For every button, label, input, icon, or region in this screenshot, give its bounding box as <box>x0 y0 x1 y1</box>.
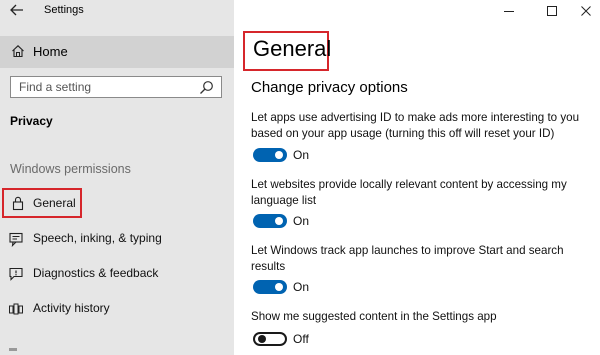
suggested-content-toggle[interactable] <box>253 332 287 346</box>
sidebar-item-label: Speech, inking, & typing <box>33 231 162 245</box>
toggle-knob <box>275 283 283 291</box>
option-description: Let Windows track app launches to improv… <box>251 244 564 273</box>
speech-icon <box>9 232 23 247</box>
toggle-state-label: On <box>293 214 310 228</box>
advertising-id-toggle[interactable] <box>253 148 287 162</box>
maximize-icon[interactable] <box>545 4 559 18</box>
page-title: General <box>253 36 332 61</box>
sidebar-item-label: Diagnostics & feedback <box>33 266 159 280</box>
section-title: Privacy <box>10 114 53 128</box>
language-list-toggle[interactable] <box>253 214 287 228</box>
group-title: Windows permissions <box>10 162 131 176</box>
main-pane: General Change privacy options Let apps … <box>234 0 600 355</box>
back-arrow-icon[interactable] <box>9 2 25 18</box>
sidebar-item-speech[interactable]: Speech, inking, & typing <box>0 224 234 254</box>
minimize-icon[interactable] <box>502 4 516 18</box>
option-description: Let apps use advertising ID to make ads … <box>251 111 580 140</box>
sidebar-item-label: General <box>33 196 76 210</box>
lock-icon <box>12 196 24 211</box>
home-label: Home <box>33 44 68 59</box>
feedback-icon <box>9 267 23 281</box>
title-highlight-box: General <box>243 31 332 71</box>
sidebar: Settings Home Find a setting Privacy Win… <box>0 0 234 355</box>
toggle-knob <box>275 217 283 225</box>
scroll-hint <box>9 348 17 351</box>
option-description: Let websites provide locally relevant co… <box>251 178 567 207</box>
sidebar-item-home[interactable]: Home <box>0 36 234 68</box>
toggle-state-label: On <box>293 280 310 294</box>
sidebar-item-activity[interactable]: Activity history <box>0 294 234 324</box>
toggle-knob <box>275 151 283 159</box>
toggle-state-label: Off <box>293 332 309 346</box>
window-title: Settings <box>44 4 84 16</box>
home-icon <box>12 45 24 58</box>
close-icon[interactable] <box>579 4 593 18</box>
option-description: Show me suggested content in the Setting… <box>251 310 497 323</box>
sidebar-item-label: Activity history <box>33 301 110 315</box>
search-input[interactable]: Find a setting <box>10 76 222 98</box>
activity-icon <box>9 303 23 315</box>
app-launch-tracking-toggle[interactable] <box>253 280 287 294</box>
search-icon[interactable] <box>199 80 214 95</box>
sidebar-item-diagnostics[interactable]: Diagnostics & feedback <box>0 259 234 289</box>
search-placeholder: Find a setting <box>19 80 92 94</box>
toggle-state-label: On <box>293 148 310 162</box>
toggle-knob <box>258 335 266 343</box>
section-heading: Change privacy options <box>251 79 408 96</box>
sidebar-item-general[interactable]: General <box>0 188 234 218</box>
